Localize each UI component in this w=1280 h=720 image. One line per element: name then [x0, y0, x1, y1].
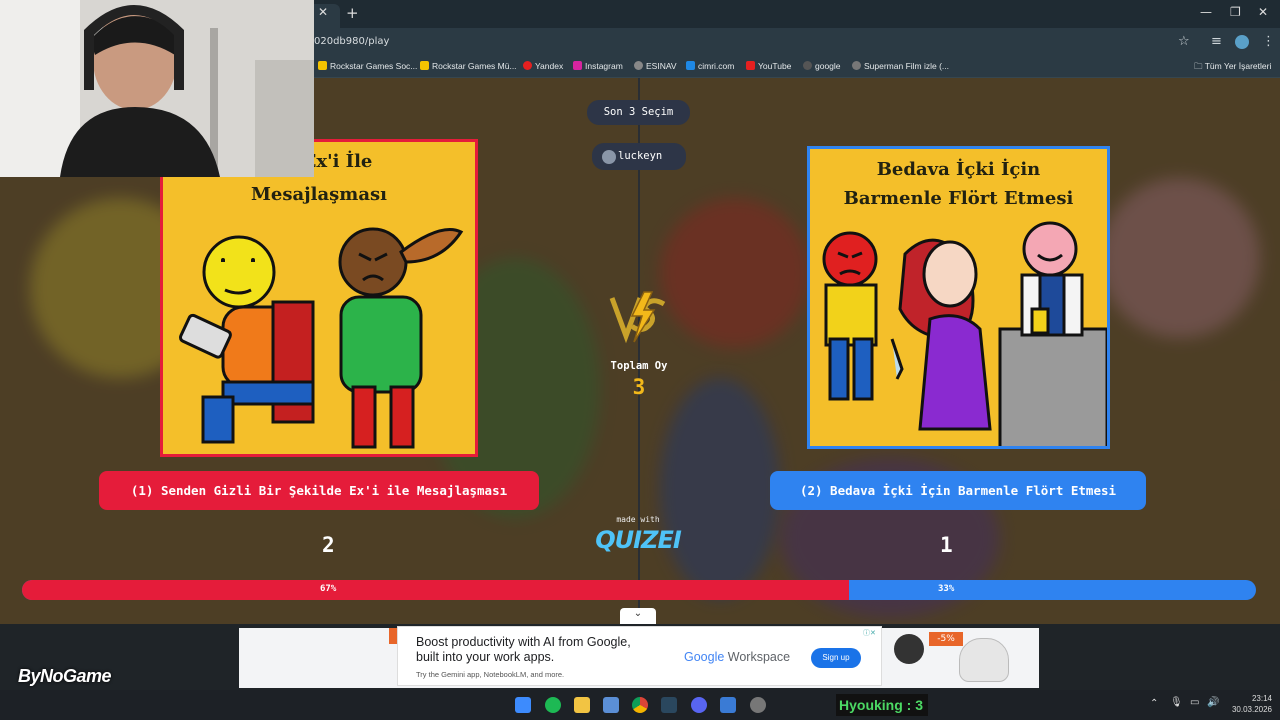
option2-illustration [822, 221, 1107, 446]
bookmark-favicon-icon [634, 61, 643, 70]
chrome-icon[interactable] [632, 697, 648, 713]
webcam-overlay [0, 0, 314, 177]
bookmark-favicon-icon [318, 61, 327, 70]
bookmark-favicon-icon [420, 61, 429, 70]
bookmark-favicon-icon [852, 61, 861, 70]
all-bookmarks-folder[interactable]: 🗀 Tüm Yer İşaretleri [1194, 61, 1271, 75]
windows-start-icon[interactable] [515, 697, 531, 713]
option1-card[interactable]: izli Ex'i İle Mesajlaşması [160, 139, 478, 457]
option2-percent: 33% [938, 584, 955, 594]
ad-close-icon[interactable]: ⓘ✕ [863, 628, 876, 638]
player-badge: luckeyn [592, 143, 686, 170]
window-close-icon[interactable]: ✕ [1258, 5, 1268, 19]
network-icon[interactable]: ▭ [1190, 697, 1199, 708]
counter-overlay: Hyouking : 3 [836, 694, 928, 716]
app-icon[interactable] [750, 697, 766, 713]
file-explorer-icon[interactable] [574, 697, 590, 713]
google-workspace-ad[interactable]: Boost productivity with AI from Google, … [397, 626, 882, 686]
product-image [959, 638, 1009, 682]
system-clock[interactable]: 23:14 30.03.2026 [1224, 693, 1272, 715]
restore-icon[interactable]: ❐ [1230, 5, 1241, 19]
bookmark-item[interactable]: Rockstar Games Soc... [318, 61, 417, 71]
bookmark-item[interactable]: Yandex [523, 61, 563, 71]
ad-headline-2: built into your work apps. [416, 650, 555, 664]
bookmark-favicon-icon [523, 61, 532, 70]
ad-subtext: Try the Gemini app, NotebookLM, and more… [416, 670, 565, 679]
bookmark-item[interactable]: YouTube [746, 61, 791, 71]
media-control-icon[interactable]: ≡ [1211, 34, 1222, 49]
option1-button[interactable]: (1) Senden Gizli Bir Şekilde Ex'i ile Me… [99, 471, 539, 510]
bookmark-favicon-icon [803, 61, 812, 70]
ad-headline: Boost productivity with AI from Google, [416, 635, 631, 649]
bookmark-favicon-icon [746, 61, 755, 70]
close-tab-icon[interactable]: ✕ [318, 5, 328, 19]
google-workspace-logo: Google Workspace [684, 650, 791, 664]
collapse-chevron-icon[interactable]: ⌄ [620, 608, 656, 624]
bookmark-item[interactable]: google [803, 61, 841, 71]
minimize-icon[interactable]: — [1200, 5, 1212, 19]
last-selection-badge[interactable]: Son 3 Seçim [587, 100, 690, 125]
option2-card[interactable]: Bedava İçki İçin Barmenle Flört Etmesi [807, 146, 1110, 449]
bookmark-item[interactable]: cimri.com [686, 61, 734, 71]
app-icon[interactable] [720, 697, 736, 713]
quizei-logo[interactable]: QUIZEI [592, 526, 684, 554]
option2-vote-count: 1 [940, 533, 953, 557]
vs-icon [609, 291, 666, 344]
option2-card-title: Bedava İçki İçin [876, 159, 1041, 180]
profile-avatar[interactable] [1235, 35, 1249, 49]
discord-icon[interactable] [691, 697, 707, 713]
bookmark-favicon-icon [573, 61, 582, 70]
address-bar[interactable]: 020db980/play [314, 36, 389, 47]
tray-chevron-icon[interactable]: ⌃ [1150, 698, 1158, 709]
webcam-person-image [0, 0, 314, 177]
option1-vote-count: 2 [322, 533, 335, 557]
spotify-icon[interactable] [545, 697, 561, 713]
total-votes-label: Toplam Oy [610, 360, 668, 372]
made-with-label: made with [616, 515, 660, 524]
steam-icon[interactable] [661, 697, 677, 713]
total-votes-count: 3 [632, 375, 646, 399]
bookmark-item[interactable]: Rockstar Games Mü... [420, 61, 517, 71]
option1-illustration [178, 227, 464, 449]
ad-signup-button[interactable]: Sign up [811, 648, 861, 668]
bookmark-favicon-icon [686, 61, 695, 70]
player-avatar [602, 150, 616, 164]
microphone-icon[interactable]: 🎙 [1170, 697, 1183, 708]
bookmark-star-icon[interactable]: ☆ [1178, 34, 1190, 49]
menu-dots-icon[interactable]: ⋮ [1262, 34, 1275, 49]
bookmark-item[interactable]: Superman Film izle (... [852, 61, 949, 71]
option1-result-fill [22, 580, 849, 600]
streamer-watermark: ByNoGame [18, 666, 112, 686]
volume-icon[interactable]: 🔊 [1207, 697, 1219, 708]
product-image [894, 634, 924, 664]
option1-percent: 67% [320, 584, 337, 594]
option2-card-subtitle: Barmenle Flört Etmesi [843, 188, 1074, 209]
result-bar [22, 580, 1256, 600]
bookmark-item[interactable]: Instagram [573, 61, 623, 71]
folder-icon: 🗀 [1194, 61, 1205, 71]
option2-button[interactable]: (2) Bedava İçki İçin Barmenle Flört Etme… [770, 471, 1146, 510]
discount-badge: -5% [929, 632, 963, 646]
bookmark-item[interactable]: ESINAV [634, 61, 677, 71]
store-icon[interactable] [603, 697, 619, 713]
new-tab-icon[interactable]: + [346, 4, 359, 22]
